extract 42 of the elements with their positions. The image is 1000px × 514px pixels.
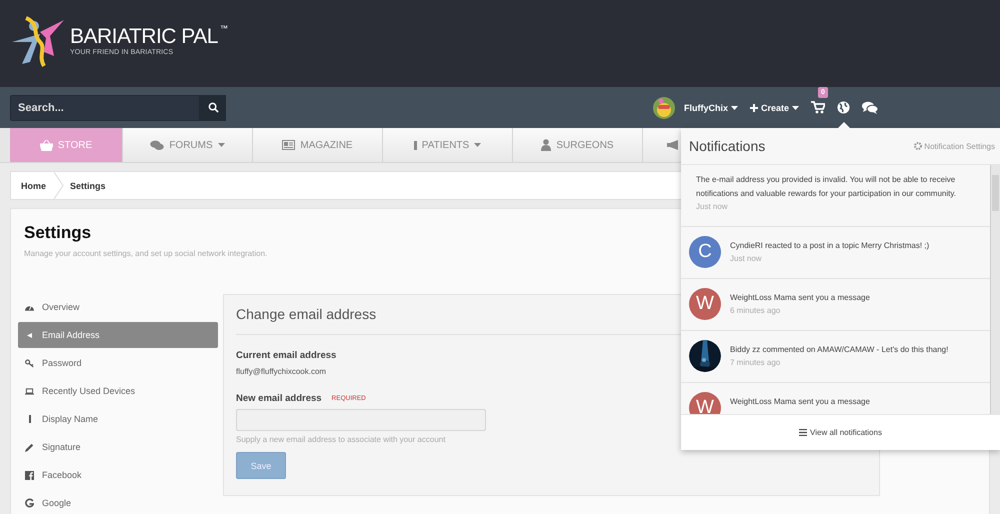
trademark-sign: ™ [220, 24, 228, 32]
notification-time: 6 minutes ago [730, 306, 782, 315]
field-hint: Supply a new email address to associate with your account [236, 435, 446, 444]
notification-text: Biddy zz commented on AMAW/CAMAW - Let's do this thang! [730, 344, 948, 356]
notification-item[interactable]: Biddy zz commented on AMAW/CAMAW - Let's do this thang! 7 minutes ago [681, 331, 990, 383]
letter-avatar: W [689, 288, 721, 320]
sidebar-item[interactable]: Google [18, 490, 218, 514]
notification-text: WeightLoss Mama sent you a message [730, 396, 870, 408]
notification-item[interactable]: C CyndieRI reacted to a post in a topic Merry Christmas! ;) Just now [681, 227, 990, 279]
current-email: fluffy@fluffychixcook.com [236, 367, 326, 376]
field-label: Current email address [236, 350, 336, 361]
view-all-link[interactable]: View all notifications [799, 428, 882, 437]
page-title: Settings [24, 223, 92, 243]
letter-avatar: C [689, 236, 721, 268]
breadcrumb-link[interactable]: Home [21, 180, 54, 190]
sidebar-item[interactable]: Password [18, 350, 218, 376]
sidebar-item[interactable]: Recently Used Devices [18, 378, 218, 404]
notification-time: Just now [696, 202, 729, 211]
brand-name: BARIATRIC PAL [70, 24, 218, 48]
sidebar-item[interactable]: Display Name [18, 406, 218, 432]
breadcrumb-link[interactable]: Settings [70, 180, 114, 190]
menu-tab[interactable]: SURGEONS [513, 128, 643, 162]
page-subtitle: Manage your account settings, and set up social network integration. [24, 249, 268, 258]
user-menu[interactable]: FluffyChix [684, 102, 738, 112]
field-label: New email address [236, 393, 322, 404]
notification-item[interactable]: W WeightLoss Mama sent you a message 6 minutes ago [681, 279, 990, 331]
create-menu[interactable]: Create [750, 102, 799, 112]
menu-tab[interactable]: MAGAZINE [253, 128, 383, 162]
menu-tab[interactable]: FORUMS [123, 128, 253, 162]
dropdown-title: Notifications [689, 138, 766, 154]
sidebar-item[interactable]: Overview [18, 294, 218, 320]
notification-text: CyndieRI reacted to a post in a topic Merry Christmas! ;) [730, 240, 930, 252]
menu-tab[interactable]: PATIENTS [383, 128, 513, 162]
sidebar-item[interactable]: Email Address [18, 322, 218, 348]
notification-time: Just now [730, 254, 763, 263]
notification-text: The e-mail address you provided is invalid. You will not be able to receive notifications and valuable rewards for your participation in our community. [696, 174, 957, 200]
notification-text: WeightLoss Mama sent you a message [730, 292, 870, 304]
notification-time: 7 minutes ago [730, 358, 782, 367]
letter-avatar: W [689, 392, 721, 414]
sidebar-item[interactable]: Signature [18, 434, 218, 460]
search-field[interactable]: Search... [10, 94, 200, 120]
sidebar-item[interactable]: Facebook [18, 462, 218, 488]
